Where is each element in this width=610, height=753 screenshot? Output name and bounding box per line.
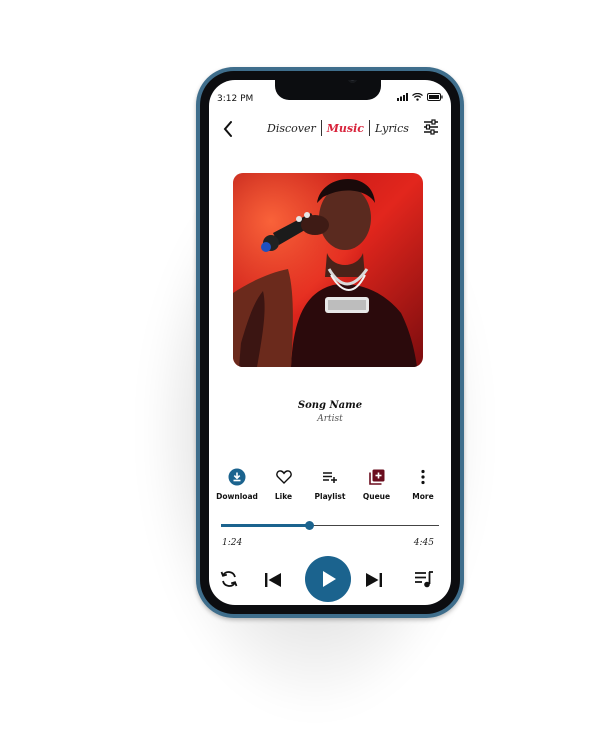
queue-list-button[interactable] bbox=[414, 569, 434, 589]
download-label: Download bbox=[216, 492, 258, 501]
queue-button[interactable]: Queue bbox=[355, 468, 399, 501]
skip-previous-icon bbox=[265, 573, 281, 587]
top-tabs: Discover Music Lyrics bbox=[267, 120, 409, 136]
play-button[interactable] bbox=[305, 556, 351, 602]
album-artwork bbox=[233, 173, 423, 367]
queue-label: Queue bbox=[362, 492, 391, 501]
battery-icon bbox=[427, 93, 443, 101]
playlist-add-icon bbox=[323, 472, 337, 483]
seek-fill bbox=[221, 524, 310, 527]
tab-music[interactable]: Music bbox=[327, 122, 364, 135]
more-button[interactable]: More bbox=[401, 468, 445, 501]
total-time: 4:45 bbox=[413, 538, 434, 548]
heart-icon bbox=[275, 470, 292, 484]
action-bar: Download Like Playlist Queue More bbox=[215, 468, 445, 501]
like-label: Like bbox=[274, 492, 293, 501]
queue-music-icon bbox=[415, 571, 433, 588]
tab-discover[interactable]: Discover bbox=[267, 122, 316, 135]
status-icons bbox=[397, 93, 443, 101]
chevron-left-icon bbox=[223, 121, 232, 137]
front-camera bbox=[348, 80, 357, 83]
play-icon bbox=[323, 571, 336, 587]
phone-frame: 3:12 PM Discover Music Lyrics Song Name … bbox=[196, 67, 464, 618]
song-artist: Artist bbox=[317, 414, 343, 424]
album-cover bbox=[233, 173, 423, 367]
queue-add-icon bbox=[368, 469, 384, 485]
equalizer-button[interactable] bbox=[423, 119, 439, 135]
status-time: 3:12 PM bbox=[217, 94, 254, 104]
repeat-button[interactable] bbox=[219, 569, 239, 589]
phone-screen: 3:12 PM Discover Music Lyrics Song Name … bbox=[209, 80, 451, 605]
wifi-icon bbox=[412, 93, 423, 101]
tab-lyrics[interactable]: Lyrics bbox=[375, 122, 409, 135]
next-button[interactable] bbox=[364, 570, 384, 590]
tab-divider bbox=[320, 120, 322, 136]
more-vertical-icon bbox=[421, 469, 425, 485]
previous-button[interactable] bbox=[263, 570, 283, 590]
playlist-button[interactable]: Playlist bbox=[308, 468, 352, 501]
playback-controls bbox=[219, 556, 441, 602]
seek-bar[interactable] bbox=[221, 521, 439, 531]
song-title: Song Name bbox=[297, 400, 363, 411]
sliders-icon bbox=[424, 119, 438, 135]
tab-divider bbox=[369, 120, 370, 136]
skip-next-icon bbox=[366, 573, 382, 587]
like-button[interactable]: Like bbox=[262, 468, 306, 501]
more-label: More bbox=[412, 492, 434, 501]
current-time: 1:24 bbox=[222, 538, 243, 548]
download-button[interactable]: Download bbox=[215, 468, 259, 501]
phone-bezel: 3:12 PM Discover Music Lyrics Song Name … bbox=[200, 71, 460, 614]
signal-icon bbox=[397, 93, 408, 101]
notch bbox=[275, 80, 381, 100]
back-button[interactable] bbox=[221, 119, 235, 139]
seek-handle[interactable] bbox=[305, 521, 315, 530]
playlist-label: Playlist bbox=[314, 492, 346, 501]
download-circle-icon bbox=[228, 468, 246, 486]
repeat-icon bbox=[220, 571, 238, 587]
